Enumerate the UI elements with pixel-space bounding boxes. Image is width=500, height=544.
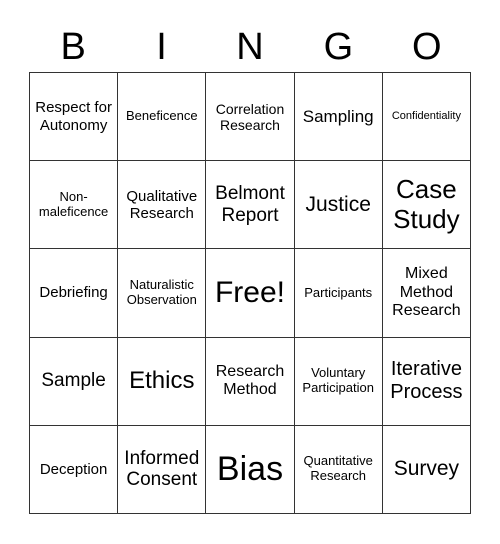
bingo-cell[interactable]: Survey xyxy=(382,425,471,514)
bingo-cell[interactable]: Ethics xyxy=(118,337,207,426)
header-letter-g: G xyxy=(323,26,354,68)
bingo-cell[interactable]: Debriefing xyxy=(30,249,119,338)
bingo-header: B I N G O xyxy=(29,22,471,72)
bingo-cell[interactable]: Confidentiality xyxy=(382,73,471,162)
bingo-cell[interactable]: Respect for Autonomy xyxy=(30,73,119,162)
header-letter-n: N xyxy=(236,26,264,68)
bingo-cell[interactable]: Informed Consent xyxy=(118,425,207,514)
bingo-cell[interactable]: Belmont Report xyxy=(206,161,295,250)
header-letter-b: B xyxy=(60,26,86,68)
bingo-cell[interactable]: Naturalistic Observation xyxy=(118,249,207,338)
bingo-cell[interactable]: Research Method xyxy=(206,337,295,426)
bingo-cell[interactable]: Justice xyxy=(294,161,383,250)
bingo-cell[interactable]: Case Study xyxy=(382,161,471,250)
bingo-cell[interactable]: Qualitative Research xyxy=(118,161,207,250)
free-space-cell[interactable]: Free! xyxy=(206,249,295,338)
bingo-cell[interactable]: Beneficence xyxy=(118,73,207,162)
bingo-cell[interactable]: Participants xyxy=(294,249,383,338)
bingo-cell[interactable]: Non-maleficence xyxy=(30,161,119,250)
bingo-cell[interactable]: Deception xyxy=(30,425,119,514)
bingo-cell[interactable]: Voluntary Participation xyxy=(294,337,383,426)
bingo-card-grid: Respect for Autonomy Beneficence Correla… xyxy=(29,72,471,514)
bingo-cell[interactable]: Mixed Method Research xyxy=(382,249,471,338)
header-letter-i: I xyxy=(156,26,167,68)
bingo-cell[interactable]: Correlation Research xyxy=(206,73,295,162)
bingo-cell[interactable]: Sampling xyxy=(294,73,383,162)
header-letter-o: O xyxy=(411,26,442,68)
bingo-cell[interactable]: Iterative Process xyxy=(382,337,471,426)
bingo-cell[interactable]: Quantitative Research xyxy=(294,425,383,514)
bingo-cell[interactable]: Bias xyxy=(206,425,295,514)
bingo-cell[interactable]: Sample xyxy=(30,337,119,426)
